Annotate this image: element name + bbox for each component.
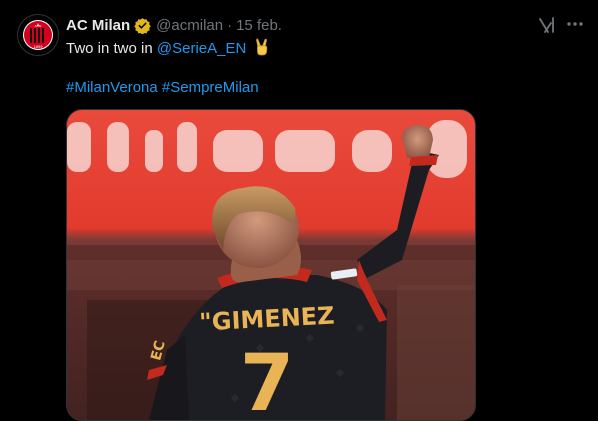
tweet-text-prefix: Two in two in (66, 40, 157, 57)
hashtag-link[interactable]: #SempreMilan (162, 79, 259, 96)
ac-milan-logo: ACM 1899 (23, 20, 53, 50)
player-photo: "GIMENEZ 7 EC (67, 110, 475, 420)
mention-link[interactable]: @SerieA_EN (157, 40, 246, 57)
more-icon[interactable] (565, 14, 585, 34)
separator-dot: · (227, 16, 233, 34)
tweet-text: Two in two in @SerieA_EN (66, 38, 270, 59)
victory-hand-emoji (254, 38, 270, 56)
grok-icon[interactable] (537, 15, 557, 35)
svg-text:ACM: ACM (35, 24, 42, 28)
hashtag-link[interactable]: #MilanVerona (66, 79, 158, 96)
timestamp[interactable]: 15 feb. (236, 17, 282, 34)
tweet-media-image[interactable]: "GIMENEZ 7 EC (66, 109, 476, 421)
display-name[interactable]: AC Milan (66, 17, 130, 34)
verified-badge-icon[interactable] (134, 17, 151, 34)
svg-text:1899: 1899 (34, 44, 44, 49)
player-number: 7 (240, 339, 294, 420)
hashtags: #MilanVerona #SempreMilan (66, 78, 259, 98)
avatar[interactable]: ACM 1899 (17, 14, 59, 56)
tweet[interactable]: ACM 1899 AC Milan @acmilan · 15 feb. Two… (0, 0, 598, 421)
tweet-header: AC Milan @acmilan · 15 feb. (66, 15, 282, 35)
handle[interactable]: @acmilan (156, 17, 223, 34)
